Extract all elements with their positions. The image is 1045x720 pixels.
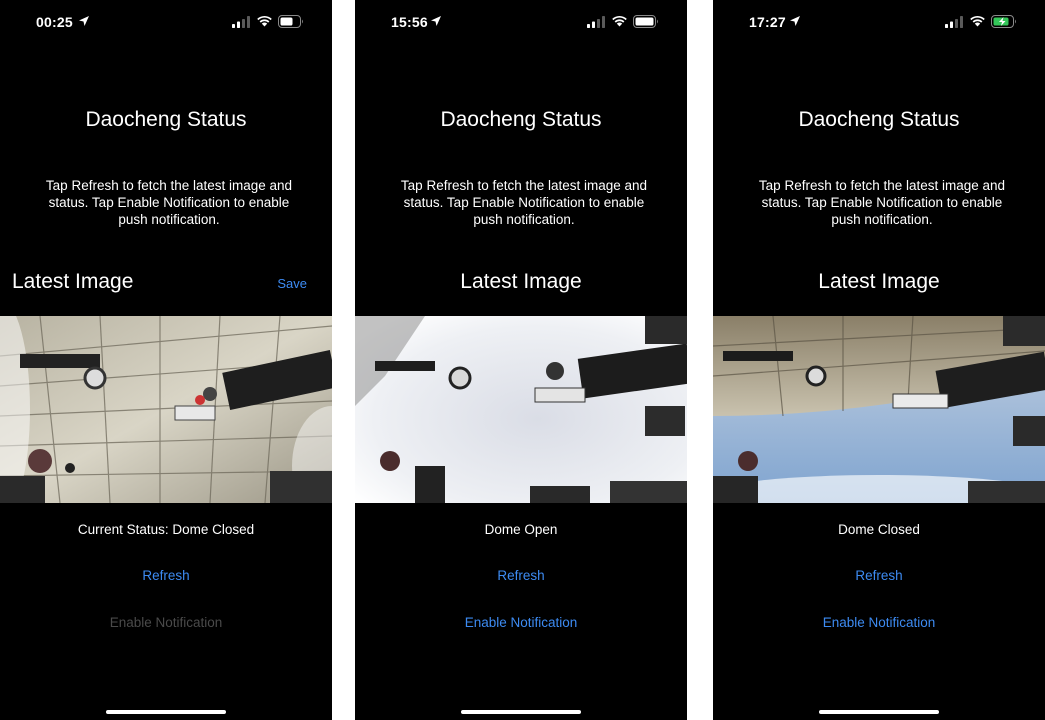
- status-bar: 00:25: [0, 0, 332, 44]
- status-time: 00:25: [36, 14, 73, 30]
- dome-status-text: Dome Closed: [838, 522, 920, 537]
- instructions-text: Tap Refresh to fetch the latest image an…: [400, 178, 648, 227]
- instructions-text: Tap Refresh to fetch the latest image an…: [758, 178, 1006, 227]
- cellular-signal-icon: [587, 16, 605, 28]
- phone-screen-3: 17:27 Daocheng Status Tap Refresh to fet…: [713, 0, 1045, 720]
- dome-status-text: Dome Open: [484, 522, 558, 537]
- save-button[interactable]: Save: [277, 276, 307, 291]
- latest-dome-image: [0, 316, 332, 503]
- location-arrow-icon: [790, 16, 800, 26]
- latest-image-heading: Latest Image: [12, 270, 134, 293]
- page-title: Daocheng Status: [798, 108, 960, 131]
- enable-notification-button[interactable]: Enable Notification: [713, 615, 1045, 630]
- latest-image-heading: Latest Image: [460, 270, 582, 293]
- status-bar: 17:27: [713, 0, 1045, 44]
- phone-screen-1: 00:25 Daocheng Status Tap Refresh to fet…: [0, 0, 332, 720]
- wifi-icon: [970, 15, 985, 27]
- status-bar: 15:56: [355, 0, 687, 44]
- status-time: 17:27: [749, 14, 786, 30]
- status-time: 15:56: [391, 14, 428, 30]
- home-indicator[interactable]: [819, 710, 939, 714]
- latest-dome-image: [713, 316, 1045, 503]
- wifi-icon: [257, 15, 272, 27]
- enable-notification-button[interactable]: Enable Notification: [0, 615, 332, 630]
- enable-notification-button[interactable]: Enable Notification: [355, 615, 687, 630]
- cellular-signal-icon: [232, 16, 250, 28]
- battery-icon: [633, 15, 658, 28]
- refresh-button[interactable]: Refresh: [355, 568, 687, 583]
- battery-charging-icon: [991, 15, 1016, 28]
- battery-icon: [278, 15, 303, 28]
- refresh-button[interactable]: Refresh: [713, 568, 1045, 583]
- home-indicator[interactable]: [106, 710, 226, 714]
- page-title: Daocheng Status: [85, 108, 247, 131]
- wifi-icon: [612, 15, 627, 27]
- phone-screen-2: 15:56 Daocheng Status Tap Refresh to fet…: [355, 0, 687, 720]
- refresh-button[interactable]: Refresh: [0, 568, 332, 583]
- latest-dome-image: [355, 316, 687, 503]
- location-arrow-icon: [431, 16, 441, 26]
- latest-image-heading: Latest Image: [818, 270, 940, 293]
- dome-status-text: Current Status: Dome Closed: [77, 522, 255, 537]
- page-title: Daocheng Status: [440, 108, 602, 131]
- location-arrow-icon: [79, 16, 89, 26]
- home-indicator[interactable]: [461, 710, 581, 714]
- cellular-signal-icon: [945, 16, 963, 28]
- instructions-text: Tap Refresh to fetch the latest image an…: [45, 178, 293, 227]
